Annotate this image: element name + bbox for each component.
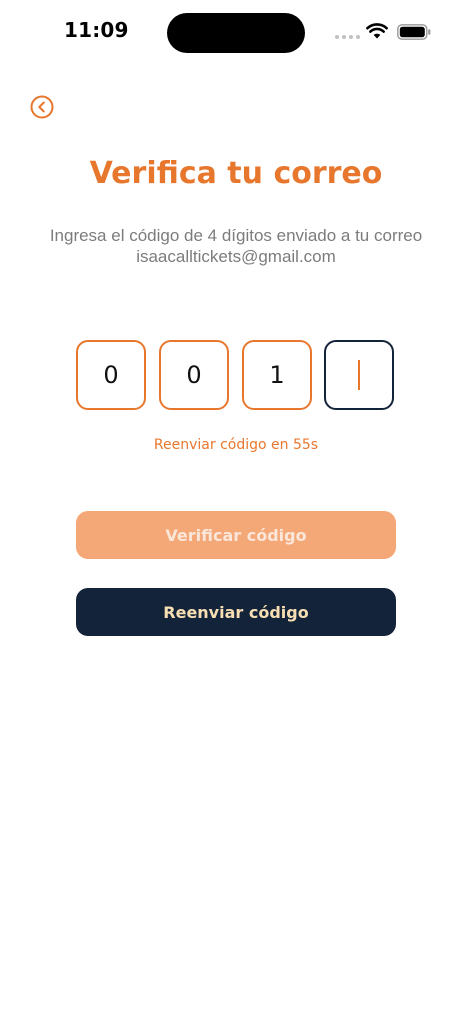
wifi-icon [366, 23, 388, 39]
resend-countdown: Reenviar código en 55s [153, 437, 319, 453]
code-digit-1[interactable]: 0 [76, 340, 146, 410]
back-button[interactable] [30, 95, 54, 119]
instructions-text: Ingresa el código de 4 dígitos enviado a… [0, 225, 472, 267]
dynamic-island [167, 13, 305, 53]
status-time: 11:09 [64, 18, 129, 42]
instructions-line: Ingresa el código de 4 dígitos enviado a… [49, 226, 423, 245]
code-digit-3[interactable]: 1 [242, 340, 312, 410]
resend-code-button[interactable]: Reenviar código [76, 588, 396, 636]
code-input-row: 0 0 1 [76, 340, 398, 410]
page-title: Verifica tu correo [89, 156, 383, 191]
text-caret [358, 360, 360, 390]
code-digit-2[interactable]: 0 [159, 340, 229, 410]
status-bar: 11:09 [0, 0, 472, 64]
battery-icon [397, 24, 431, 40]
code-digit-4[interactable] [324, 340, 394, 410]
verify-code-button[interactable]: Verificar código [76, 511, 396, 559]
chevron-left-circle-icon [30, 95, 54, 119]
email-address: isaacalltickets@gmail.com [136, 247, 336, 266]
cellular-signal-icon [335, 35, 360, 39]
